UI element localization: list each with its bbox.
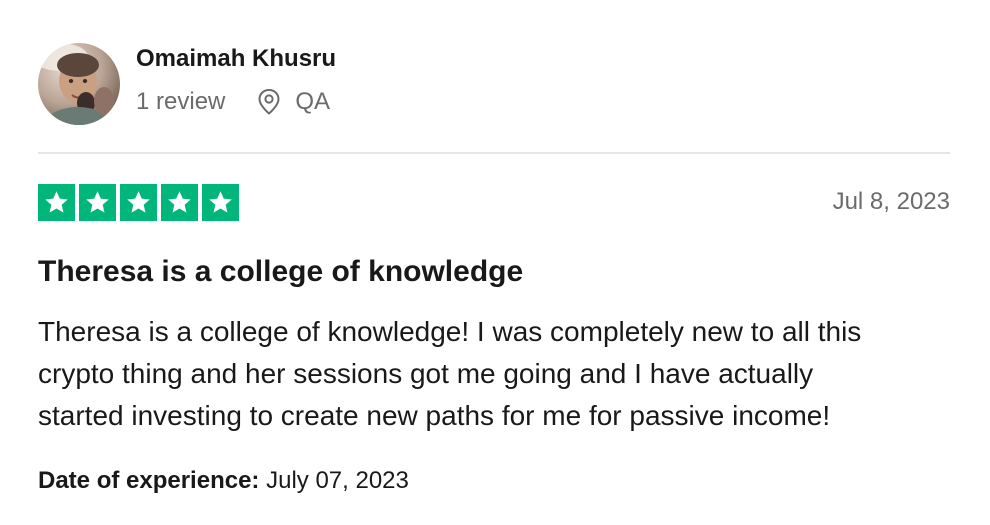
reviewer-location: QA (295, 88, 331, 115)
star-icon (127, 191, 150, 213)
divider (38, 152, 950, 154)
experience-label: Date of experience: (38, 467, 260, 494)
review-date: Jul 8, 2023 (832, 188, 950, 215)
reviewer-name[interactable]: Omaimah Khusru (136, 45, 336, 73)
experience-date: July 07, 2023 (266, 467, 409, 494)
review-count: 1 review (136, 88, 226, 115)
star-icon (168, 191, 191, 213)
review-body-line: started investing to create new paths fo… (38, 400, 831, 431)
rating-star (161, 184, 198, 221)
review-title[interactable]: Theresa is a college of knowledge (38, 255, 523, 289)
review-body-line: crypto thing and her sessions got me goi… (38, 358, 814, 389)
rating-star (38, 184, 75, 221)
reviewer-meta: 1 review QA (136, 87, 330, 117)
star-icon (209, 191, 232, 213)
avatar[interactable] (38, 43, 120, 125)
star-icon (86, 191, 109, 213)
date-of-experience: Date of experience: July 07, 2023 (38, 467, 409, 495)
rating-star (120, 184, 157, 221)
rating-star (202, 184, 239, 221)
review-body-line: Theresa is a college of knowledge! I was… (38, 316, 862, 347)
review-card: Omaimah Khusru 1 review QA Jul 8, 2023 T… (0, 0, 990, 525)
review-body: Theresa is a college of knowledge! I was… (38, 311, 968, 437)
map-pin-icon (258, 89, 280, 115)
rating-star (79, 184, 116, 221)
avatar-photo (38, 43, 120, 125)
star-icon (45, 191, 68, 213)
star-rating (38, 184, 239, 221)
